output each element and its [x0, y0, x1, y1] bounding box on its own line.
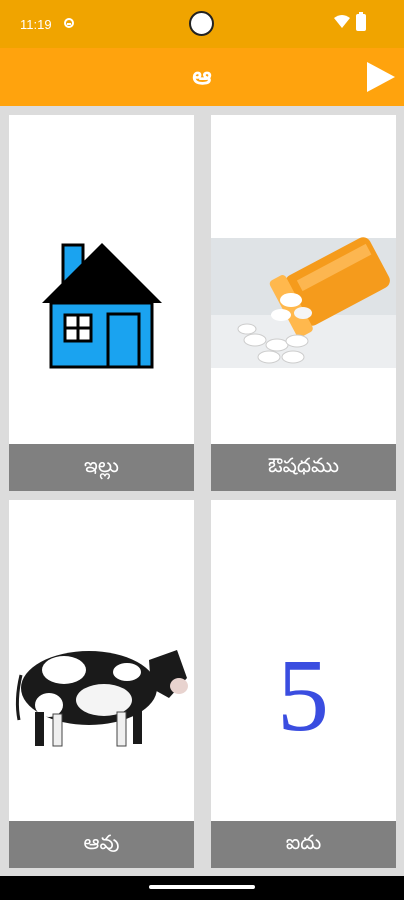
card-cow[interactable]: ఆవు — [9, 500, 194, 868]
card-label: ఐదు — [211, 821, 396, 868]
page-title: ఆ — [192, 62, 212, 90]
number-five-icon: 5 — [277, 638, 329, 753]
medicine-pills-icon — [211, 237, 396, 368]
camera-cutout — [189, 11, 214, 36]
notification-icon — [64, 18, 74, 28]
app-bar: ఆ — [0, 48, 404, 106]
svg-text:5: 5 — [277, 638, 329, 753]
navigation-bar — [0, 876, 404, 900]
card-house[interactable]: ఇల్లు — [9, 115, 194, 491]
status-bar: 11:19 — [0, 0, 404, 48]
card-medicine[interactable]: ఔషధము — [211, 115, 396, 491]
play-button[interactable] — [364, 61, 396, 93]
home-indicator[interactable] — [149, 885, 255, 889]
status-time: 11:19 — [20, 17, 52, 32]
battery-icon — [356, 12, 366, 31]
house-icon — [42, 243, 162, 369]
wifi-icon — [334, 15, 350, 28]
card-label: ఇల్లు — [9, 444, 194, 491]
card-five[interactable]: 5 ఐదు — [211, 500, 396, 868]
card-label: ఔషధము — [211, 444, 396, 491]
card-label: ఆవు — [9, 821, 194, 868]
cow-icon — [15, 650, 188, 747]
